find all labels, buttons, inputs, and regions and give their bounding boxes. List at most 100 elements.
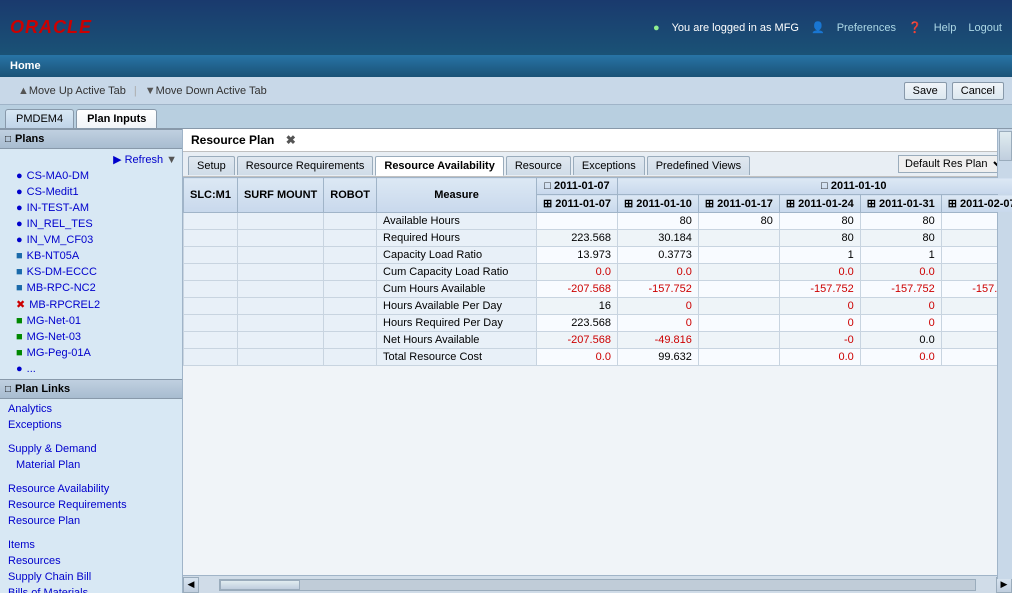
- sidebar-link-resource-plan[interactable]: Resource Plan: [0, 513, 182, 529]
- scrollbar-thumb[interactable]: [220, 580, 300, 590]
- sidebar-link-resource-availability[interactable]: Resource Availability: [0, 481, 182, 497]
- cell-surf-hours-day: [237, 298, 323, 315]
- move-up-tab-label: Move Up Active Tab: [29, 85, 126, 97]
- sidebar-link-supply-demand[interactable]: Supply & Demand: [0, 441, 182, 457]
- sidebar-item-ks-dm-eccc[interactable]: ■ KS-DM-ECCC: [0, 264, 182, 280]
- tab-plan-inputs[interactable]: Plan Inputs: [76, 109, 157, 128]
- res-tab-setup[interactable]: Setup: [188, 156, 235, 175]
- cell-robot-hours-day: [324, 298, 377, 315]
- sidebar-link-supply-chain-bill[interactable]: Supply Chain Bill: [0, 569, 182, 585]
- res-tab-exceptions-label: Exceptions: [582, 160, 636, 172]
- sidebar-plan-links-content: Analytics Exceptions Supply & Demand Mat…: [0, 399, 182, 593]
- item-icon-in-test-am: ●: [16, 202, 23, 214]
- horizontal-scrollbar[interactable]: ◀ ▶: [183, 575, 1012, 593]
- logout-link[interactable]: Logout: [968, 22, 1002, 34]
- res-tab-resource-availability-label: Resource Availability: [384, 160, 494, 172]
- sidebar-item-cs-ma0-dm[interactable]: ● CS-MA0-DM: [0, 168, 182, 184]
- refresh-button[interactable]: ▶ Refresh ▼: [0, 151, 182, 168]
- cell-cap-01-31: 1: [860, 247, 941, 264]
- sidebar-item-mb-rpcrel2[interactable]: ✖ MB-RPCREL2: [0, 296, 182, 313]
- sidebar-divider-3: [0, 529, 182, 537]
- sidebar-item-mb-rpc-nc2[interactable]: ■ MB-RPC-NC2: [0, 280, 182, 296]
- sidebar-link-items[interactable]: Items: [0, 537, 182, 553]
- sidebar-plans-header[interactable]: □ Plans: [0, 129, 182, 149]
- sidebar-item-more[interactable]: ● ...: [0, 361, 182, 377]
- cell-cum-hours-01-10: -157.752: [617, 281, 698, 298]
- table-row: Total Resource Cost 0.0 99.632 0.0 0.0 0…: [184, 349, 1012, 366]
- res-tab-setup-label: Setup: [197, 160, 226, 172]
- sub-date-2011-01-10: ⊞ 2011-01-10: [617, 195, 698, 213]
- sidebar-item-in-rel-tes[interactable]: ● IN_REL_TES: [0, 216, 182, 232]
- table-row: Available Hours 80 80 80 80 80: [184, 213, 1012, 230]
- sidebar-link-bills-of-materials[interactable]: Bills of Materials: [0, 585, 182, 593]
- res-tab-resource[interactable]: Resource: [506, 156, 571, 175]
- preferences-link[interactable]: Preferences: [837, 22, 896, 34]
- date-group-2011-01-10[interactable]: □ 2011-01-10: [617, 178, 1012, 195]
- sidebar-item-mg-net-01[interactable]: ■ MG-Net-01: [0, 313, 182, 329]
- cell-robot-cum-cap: [324, 264, 377, 281]
- scroll-left-button[interactable]: ◀: [183, 577, 199, 593]
- sidebar-item-cs-medit1[interactable]: ● CS-Medit1: [0, 184, 182, 200]
- sidebar-link-resources[interactable]: Resources: [0, 553, 182, 569]
- sidebar-item-kb-nt05a[interactable]: ■ KB-NT05A: [0, 248, 182, 264]
- move-up-tab-button[interactable]: Move Up Active Tab: [29, 85, 126, 97]
- sidebar-item-mg-peg-01a[interactable]: ■ MG-Peg-01A: [0, 345, 182, 361]
- plan-links-toggle-icon: □: [5, 384, 11, 395]
- move-down-tab-button[interactable]: Move Down Active Tab: [156, 85, 267, 97]
- resource-plan-close-icon[interactable]: ✖: [286, 133, 296, 147]
- cell-avail-01-10: 80: [617, 213, 698, 230]
- scrollbar-track[interactable]: [219, 579, 976, 591]
- cell-total-cost-01-17: [698, 349, 779, 366]
- sidebar-link-analytics[interactable]: Analytics: [0, 401, 182, 417]
- sidebar-link-resource-requirements[interactable]: Resource Requirements: [0, 497, 182, 513]
- cancel-button[interactable]: Cancel: [952, 82, 1004, 100]
- analytics-label: Analytics: [8, 403, 52, 415]
- cell-robot-cum-hours: [324, 281, 377, 298]
- res-tab-resource-label: Resource: [515, 160, 562, 172]
- res-tab-predefined-views[interactable]: Predefined Views: [647, 156, 750, 175]
- cell-robot-total-cost: [324, 349, 377, 366]
- cell-total-cost-01-31: 0.0: [860, 349, 941, 366]
- cell-slc-hrs-req-day: [184, 315, 238, 332]
- data-grid-container[interactable]: SLC:M1 SURF MOUNT ROBOT Measure □ 2011-0…: [183, 177, 1012, 575]
- cell-hrs-req-day-01-07: 223.568: [537, 315, 618, 332]
- res-tab-resource-requirements[interactable]: Resource Requirements: [237, 156, 374, 175]
- col-header-measure: Measure: [377, 178, 537, 213]
- toolbar-left: ▲ Move Up Active Tab | ▼ Move Down Activ…: [8, 85, 899, 97]
- row-label-capacity-load-ratio: Capacity Load Ratio: [377, 247, 537, 264]
- sidebar-link-material-plan[interactable]: Material Plan: [0, 457, 182, 473]
- table-row: Required Hours 223.568 30.184 80 80 80 8…: [184, 230, 1012, 247]
- resource-requirements-label: Resource Requirements: [8, 499, 127, 511]
- resource-plan-title-bar: Resource Plan ✖: [183, 129, 1012, 152]
- item-icon-mg-net-03: ■: [16, 331, 23, 343]
- date-group-2011-01-07[interactable]: □ 2011-01-07: [537, 178, 618, 195]
- cell-avail-01-24: 80: [779, 213, 860, 230]
- cell-robot-cap: [324, 247, 377, 264]
- cell-net-hours-01-10: -49.816: [617, 332, 698, 349]
- res-tab-resource-availability[interactable]: Resource Availability: [375, 156, 503, 176]
- table-row: Net Hours Available -207.568 -49.816 -0 …: [184, 332, 1012, 349]
- sub-date-2011-02-07: ⊞ 2011-02-07: [941, 195, 1012, 213]
- item-label-ks-dm-eccc: KS-DM-ECCC: [27, 266, 97, 278]
- sidebar-item-in-test-am[interactable]: ● IN-TEST-AM: [0, 200, 182, 216]
- sidebar-item-in-vm-cf03[interactable]: ● IN_VM_CF03: [0, 232, 182, 248]
- tab-pmdem4[interactable]: PMDEM4: [5, 109, 74, 128]
- home-link[interactable]: Home: [10, 60, 41, 72]
- save-button[interactable]: Save: [904, 82, 947, 100]
- sidebar-plans-content: ▶ Refresh ▼ ● CS-MA0-DM ● CS-Medit1 ● IN…: [0, 149, 182, 379]
- sidebar-link-exceptions[interactable]: Exceptions: [0, 417, 182, 433]
- cell-cum-cap-01-07: 0.0: [537, 264, 618, 281]
- cell-total-cost-01-07: 0.0: [537, 349, 618, 366]
- user-text: You are logged in as MFG: [672, 22, 799, 34]
- sidebar-plan-links-header[interactable]: □ Plan Links: [0, 379, 182, 399]
- preferences-icon: 👤: [811, 21, 825, 34]
- sidebar-item-mg-net-03[interactable]: ■ MG-Net-03: [0, 329, 182, 345]
- cell-net-hours-01-24: -0: [779, 332, 860, 349]
- item-icon-mb-rpcrel2: ✖: [16, 298, 25, 311]
- default-res-plan-select[interactable]: Default Res Plan: [898, 155, 1007, 173]
- res-tab-exceptions[interactable]: Exceptions: [573, 156, 645, 175]
- cell-surf-hrs-req-day: [237, 315, 323, 332]
- sub-date-2011-01-17: ⊞ 2011-01-17: [698, 195, 779, 213]
- help-link[interactable]: Help: [934, 22, 957, 34]
- item-icon-cs-ma0-dm: ●: [16, 170, 23, 182]
